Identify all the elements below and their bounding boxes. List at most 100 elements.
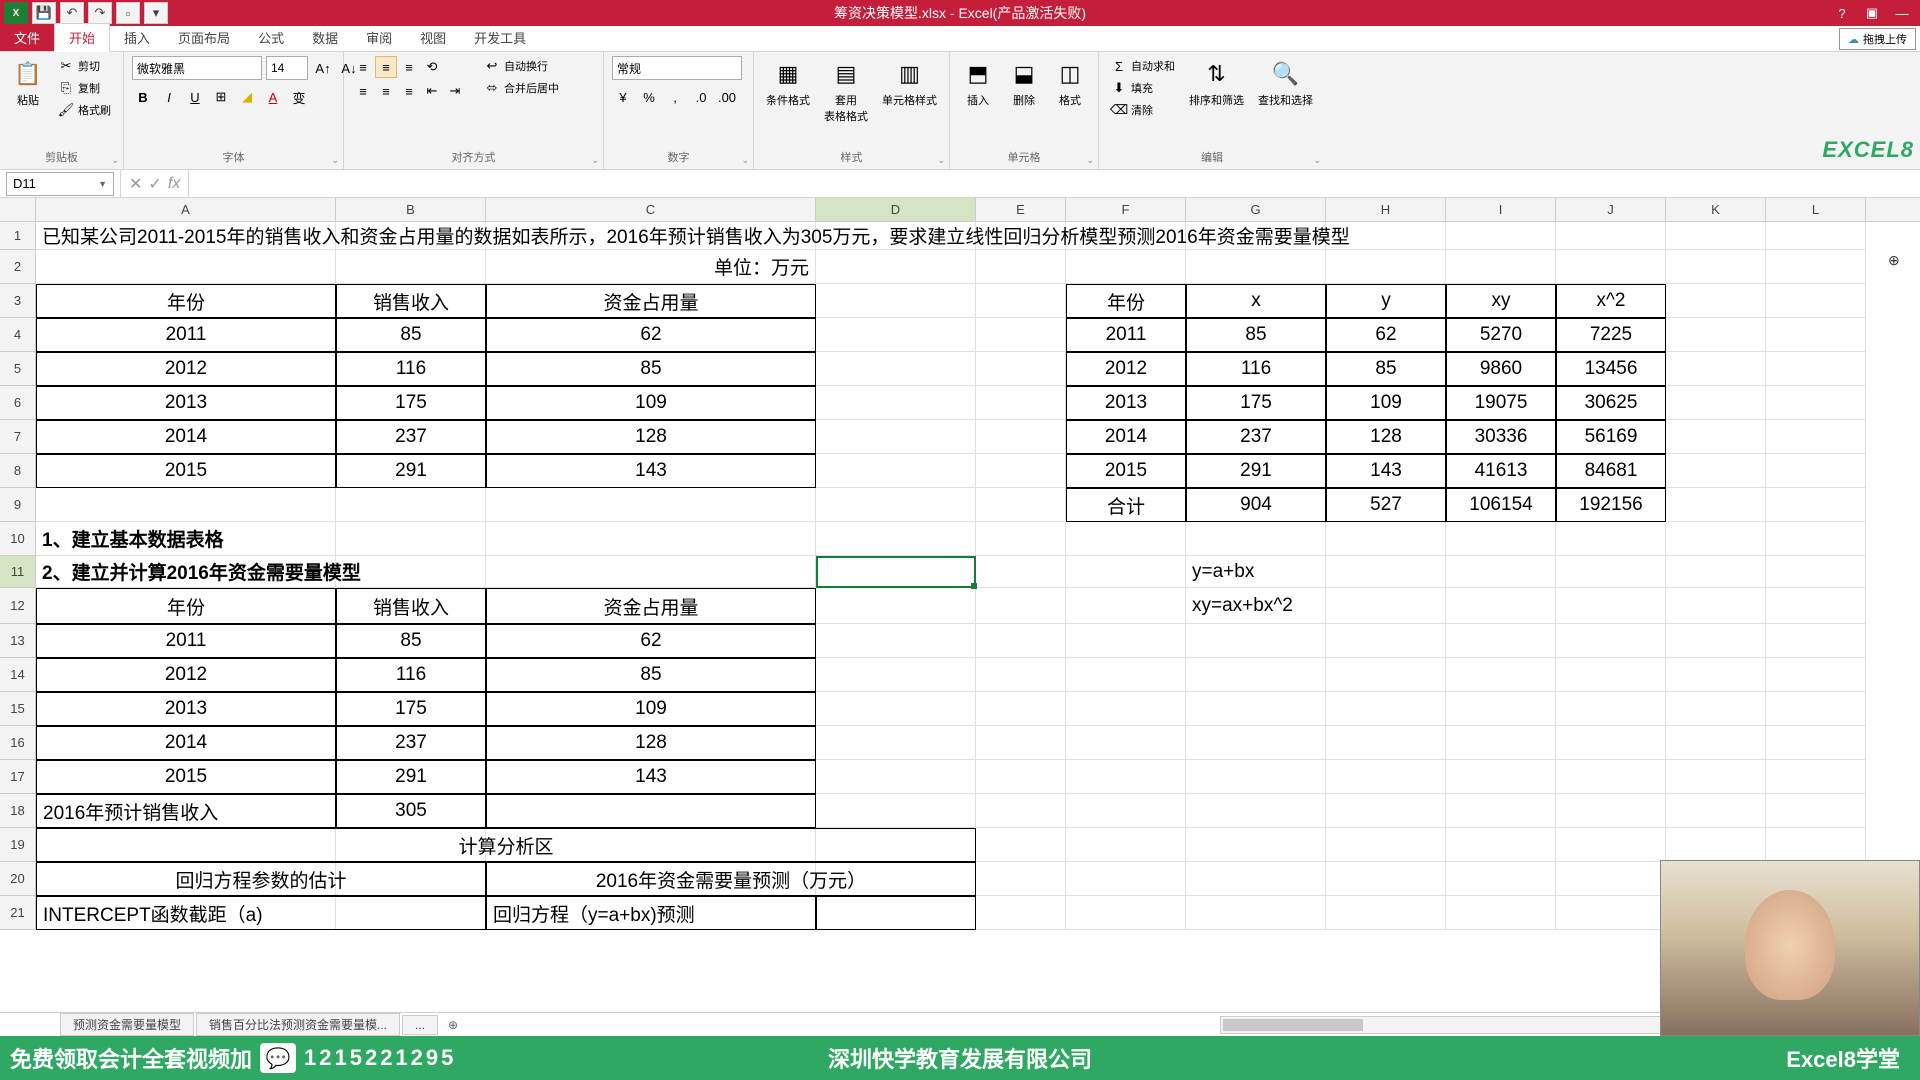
t2-total[interactable]: 106154 [1446,488,1556,522]
calc-r2-left[interactable]: INTERCEPT函数截距（a) [36,896,486,930]
align-bottom-button[interactable]: ≡ [398,56,420,78]
forecast-empty[interactable] [486,794,816,828]
t3-cell[interactable]: 85 [486,658,816,692]
t1-header-0[interactable]: 年份 [36,284,336,318]
font-size-select[interactable] [266,56,308,80]
col-header-B[interactable]: B [336,198,486,221]
row1-text[interactable]: 已知某公司2011-2015年的销售收入和资金占用量的数据如表所示，2016年预… [36,222,1866,250]
col-header-H[interactable]: H [1326,198,1446,221]
col-header-K[interactable]: K [1666,198,1766,221]
t3-cell[interactable]: 291 [336,760,486,794]
comma-button[interactable]: , [664,86,686,108]
t1-cell[interactable]: 85 [336,318,486,352]
t2-total[interactable]: 904 [1186,488,1326,522]
t2-cell[interactable]: 291 [1186,454,1326,488]
tab-data[interactable]: 数据 [298,24,352,51]
t2-cell[interactable]: 41613 [1446,454,1556,488]
number-format-select[interactable] [612,56,742,80]
t3-cell[interactable]: 109 [486,692,816,726]
t1-cell[interactable]: 62 [486,318,816,352]
t2-cell[interactable]: 2011 [1066,318,1186,352]
t2-cell[interactable]: 30336 [1446,420,1556,454]
col-header-D[interactable]: D [816,198,976,221]
cells-area[interactable]: 已知某公司2011-2015年的销售收入和资金占用量的数据如表所示，2016年预… [36,222,1920,930]
t1-cell[interactable]: 291 [336,454,486,488]
tab-review[interactable]: 审阅 [352,24,406,51]
t2-header-2[interactable]: y [1326,284,1446,318]
col-header-L[interactable]: L [1766,198,1866,221]
col-header-J[interactable]: J [1556,198,1666,221]
orientation-button[interactable]: ⟲ [421,56,443,78]
row-header-2[interactable]: 2 [0,250,36,284]
t1-cell[interactable]: 109 [486,386,816,420]
dec-decimal-button[interactable]: .00 [716,86,738,108]
t1-cell[interactable]: 2014 [36,420,336,454]
t2-total[interactable]: 527 [1326,488,1446,522]
section1[interactable]: 1、建立基本数据表格 [36,522,816,556]
t3-cell[interactable]: 143 [486,760,816,794]
excel-icon[interactable]: X [4,2,28,24]
scroll-thumb[interactable] [1223,1019,1363,1031]
new-button[interactable]: ▫ [116,2,140,24]
qat-dropdown[interactable]: ▾ [144,2,168,24]
sort-filter-button[interactable]: ⇅排序和筛选 [1185,56,1248,110]
calc-r1-left[interactable]: 回归方程参数的估计 [36,862,486,896]
merge-center-button[interactable]: ⬄合并后居中 [480,78,563,98]
t2-cell[interactable]: 62 [1326,318,1446,352]
spreadsheet-grid[interactable]: ABCDEFGHIJKL 123456789101112131415161718… [0,198,1920,940]
row-header-18[interactable]: 18 [0,794,36,828]
undo-button[interactable]: ↶ [60,2,84,24]
t2-cell[interactable]: 30625 [1556,386,1666,420]
cell-style-button[interactable]: ▥单元格样式 [878,56,941,110]
copy-button[interactable]: ⎘复制 [54,78,115,98]
indent-inc-button[interactable]: ⇥ [444,80,466,102]
t2-cell[interactable]: 7225 [1556,318,1666,352]
t1-cell[interactable]: 175 [336,386,486,420]
t2-cell[interactable]: 116 [1186,352,1326,386]
t2-cell[interactable]: 5270 [1446,318,1556,352]
t2-cell[interactable]: 2013 [1066,386,1186,420]
row-header-9[interactable]: 9 [0,488,36,522]
delete-cells-button[interactable]: ⬓删除 [1004,56,1044,110]
t2-cell[interactable]: 109 [1326,386,1446,420]
conditional-format-button[interactable]: ▦条件格式 [762,56,814,110]
col-header-I[interactable]: I [1446,198,1556,221]
save-button[interactable]: 💾 [32,2,56,24]
table-format-button[interactable]: ▤套用 表格格式 [820,56,872,126]
paste-button[interactable]: 📋 粘贴 [8,56,48,110]
col-header-E[interactable]: E [976,198,1066,221]
t2-cell[interactable]: 13456 [1556,352,1666,386]
t3-cell[interactable]: 175 [336,692,486,726]
tab-home[interactable]: 开始 [54,23,110,52]
align-middle-button[interactable]: ≡ [375,56,397,78]
t2-cell[interactable]: 84681 [1556,454,1666,488]
minimize-button[interactable]: — [1888,3,1916,23]
inc-decimal-button[interactable]: .0 [690,86,712,108]
row-header-11[interactable]: 11 [0,556,36,588]
align-center-button[interactable]: ≡ [375,80,397,102]
select-all-corner[interactable] [0,198,36,221]
col-header-C[interactable]: C [486,198,816,221]
t2-total[interactable]: 合计 [1066,488,1186,522]
t1-cell[interactable]: 2013 [36,386,336,420]
t3-cell[interactable]: 62 [486,624,816,658]
t2-cell[interactable]: 19075 [1446,386,1556,420]
phonetic-button[interactable]: 变 [288,86,310,108]
fill-button[interactable]: ⬇填充 [1107,78,1179,98]
bold-button[interactable]: B [132,86,154,108]
border-button[interactable]: ⊞ [210,86,232,108]
section2[interactable]: 2、建立并计算2016年资金需要量模型 [36,556,816,588]
t1-header-1[interactable]: 销售收入 [336,284,486,318]
row-header-8[interactable]: 8 [0,454,36,488]
autosum-button[interactable]: Σ自动求和 [1107,56,1179,76]
t3-cell[interactable]: 2012 [36,658,336,692]
upload-button[interactable]: ☁ 拖拽上传 [1839,28,1916,50]
eq1[interactable]: y=a+bx [1186,556,1556,588]
sheet-tab-2[interactable]: 销售百分比法预测资金需要量模... [196,1013,400,1036]
redo-button[interactable]: ↷ [88,2,112,24]
t2-cell[interactable]: 2014 [1066,420,1186,454]
accept-formula-button[interactable]: ✓ [148,174,161,194]
t2-cell[interactable]: 2015 [1066,454,1186,488]
tab-formulas[interactable]: 公式 [244,24,298,51]
calc-r2-right[interactable]: 回归方程（y=a+bx)预测 [486,896,816,930]
